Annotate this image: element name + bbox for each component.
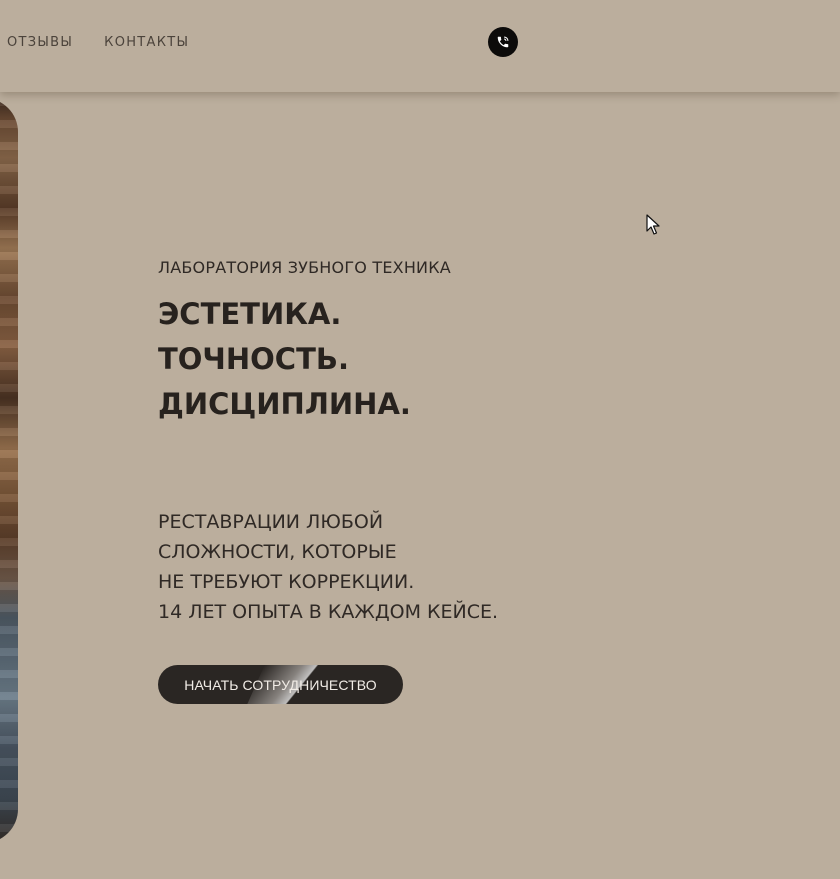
description-line: СЛОЖНОСТИ, КОТОРЫЕ — [158, 541, 397, 563]
site-header: ОТЗЫВЫ КОНТАКТЫ — [0, 0, 840, 92]
hero-description: РЕСТАВРАЦИИ ЛЮБОЙ СЛОЖНОСТИ, КОТОРЫЕ НЕ … — [158, 507, 718, 627]
mouse-cursor-icon — [646, 214, 660, 235]
main-nav: ОТЗЫВЫ КОНТАКТЫ — [7, 35, 189, 50]
hero-section: ЛАБОРАТОРИЯ ЗУБНОГО ТЕХНИКА ЭСТЕТИКА. ТО… — [158, 258, 718, 627]
hero-photo — [0, 98, 18, 843]
description-line: РЕСТАВРАЦИИ ЛЮБОЙ — [158, 511, 384, 533]
nav-link-reviews[interactable]: ОТЗЫВЫ — [7, 35, 73, 50]
headline-line: ЭСТЕТИКА. — [158, 297, 342, 331]
phone-icon — [497, 36, 509, 48]
nav-link-contacts[interactable]: КОНТАКТЫ — [104, 35, 189, 50]
phone-call-button[interactable] — [488, 27, 518, 57]
start-cooperation-button[interactable]: НАЧАТЬ СОТРУДНИЧЕСТВО — [158, 665, 403, 704]
start-cooperation-label: НАЧАТЬ СОТРУДНИЧЕСТВО — [184, 676, 377, 693]
hero-headline: ЭСТЕТИКА. ТОЧНОСТЬ. ДИСЦИПЛИНА. — [158, 292, 718, 427]
page: ОТЗЫВЫ КОНТАКТЫ ЛАБОРАТОРИЯ ЗУБНОГО ТЕХН… — [0, 0, 840, 879]
headline-line: ТОЧНОСТЬ. — [158, 342, 349, 376]
description-line: НЕ ТРЕБУЮТ КОРРЕКЦИИ. — [158, 571, 415, 593]
description-line: 14 ЛЕТ ОПЫТА В КАЖДОМ КЕЙСЕ. — [158, 601, 499, 623]
headline-line: ДИСЦИПЛИНА. — [158, 387, 411, 421]
hero-eyebrow: ЛАБОРАТОРИЯ ЗУБНОГО ТЕХНИКА — [158, 258, 451, 277]
